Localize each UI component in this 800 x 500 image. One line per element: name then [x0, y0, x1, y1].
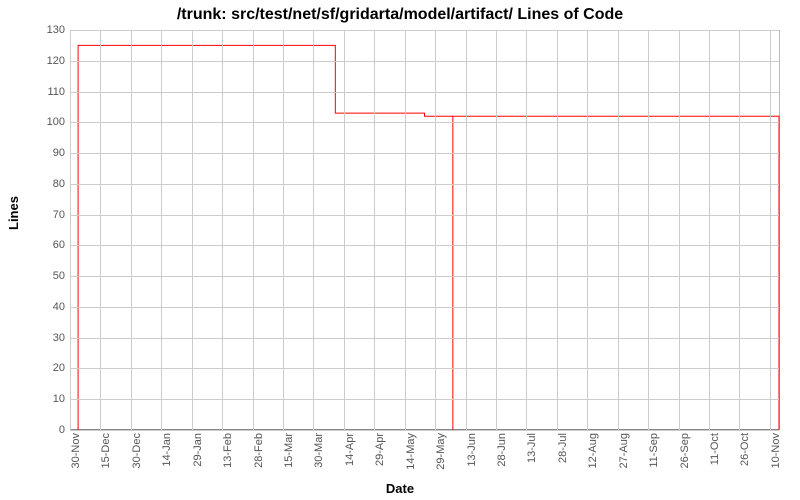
y-tick-label: 30 [10, 332, 65, 344]
gridline-v [253, 30, 254, 430]
plot-area [70, 30, 780, 430]
x-tick-label: 14-Jan [161, 433, 173, 493]
gridline-h [70, 430, 779, 431]
y-tick-label: 100 [10, 116, 65, 128]
y-tick-label: 120 [10, 55, 65, 67]
gridline-h [70, 276, 779, 277]
x-tick-label: 29-Apr [374, 433, 386, 493]
y-tick-label: 80 [10, 178, 65, 190]
gridline-v [405, 30, 406, 430]
x-tick-label: 28-Jun [496, 433, 508, 493]
x-tick-label: 15-Mar [283, 433, 295, 493]
gridline-v [770, 30, 771, 430]
y-tick-label: 20 [10, 362, 65, 374]
gridline-h [70, 92, 779, 93]
gridline-v [161, 30, 162, 430]
y-tick-label: 110 [10, 86, 65, 98]
gridline-v [313, 30, 314, 430]
gridline-v [70, 30, 71, 430]
gridline-v [648, 30, 649, 430]
y-tick-label: 70 [10, 209, 65, 221]
chart-title: /trunk: src/test/net/sf/gridarta/model/a… [0, 6, 800, 24]
y-tick-label: 90 [10, 147, 65, 159]
gridline-h [70, 61, 779, 62]
gridline-h [70, 307, 779, 308]
series-polyline [78, 45, 779, 430]
y-tick-label: 10 [10, 393, 65, 405]
gridline-v [466, 30, 467, 430]
x-tick-label: 30-Dec [131, 433, 143, 493]
gridline-v [131, 30, 132, 430]
gridline-h [70, 30, 779, 31]
gridline-v [283, 30, 284, 430]
y-tick-label: 0 [10, 424, 65, 436]
y-tick-label: 50 [10, 270, 65, 282]
gridline-h [70, 368, 779, 369]
gridline-v [100, 30, 101, 430]
gridline-v [557, 30, 558, 430]
x-tick-label: 11-Oct [709, 433, 721, 493]
x-tick-label: 30-Nov [70, 433, 82, 493]
x-tick-label: 27-Aug [618, 433, 630, 493]
gridline-v [192, 30, 193, 430]
x-tick-label: 29-Jan [192, 433, 204, 493]
gridline-v [679, 30, 680, 430]
x-tick-label: 26-Sep [679, 433, 691, 493]
gridline-h [70, 184, 779, 185]
x-tick-label: 14-Apr [344, 433, 356, 493]
loc-chart: /trunk: src/test/net/sf/gridarta/model/a… [0, 0, 800, 500]
gridline-v [344, 30, 345, 430]
x-tick-label: 29-May [435, 433, 447, 493]
gridline-v [709, 30, 710, 430]
gridline-v [526, 30, 527, 430]
x-tick-label: 14-May [405, 433, 417, 493]
gridline-h [70, 215, 779, 216]
gridline-h [70, 245, 779, 246]
gridline-v [374, 30, 375, 430]
x-tick-label: 28-Jul [557, 433, 569, 493]
gridline-v [618, 30, 619, 430]
y-tick-label: 130 [10, 24, 65, 36]
data-series-line [70, 30, 779, 430]
x-tick-label: 28-Feb [253, 433, 265, 493]
gridline-v [587, 30, 588, 430]
gridline-h [70, 122, 779, 123]
x-tick-label: 13-Feb [222, 433, 234, 493]
x-tick-label: 30-Mar [313, 433, 325, 493]
gridline-v [435, 30, 436, 430]
x-tick-label: 13-Jul [526, 433, 538, 493]
x-tick-label: 13-Jun [466, 433, 478, 493]
x-tick-label: 12-Aug [587, 433, 599, 493]
gridline-h [70, 338, 779, 339]
gridline-v [222, 30, 223, 430]
x-tick-label: 26-Oct [739, 433, 751, 493]
y-tick-label: 60 [10, 239, 65, 251]
gridline-h [70, 153, 779, 154]
gridline-v [496, 30, 497, 430]
x-tick-label: 10-Nov [770, 433, 782, 493]
x-tick-label: 15-Dec [100, 433, 112, 493]
gridline-v [739, 30, 740, 430]
gridline-h [70, 399, 779, 400]
y-tick-label: 40 [10, 301, 65, 313]
x-tick-label: 11-Sep [648, 433, 660, 493]
